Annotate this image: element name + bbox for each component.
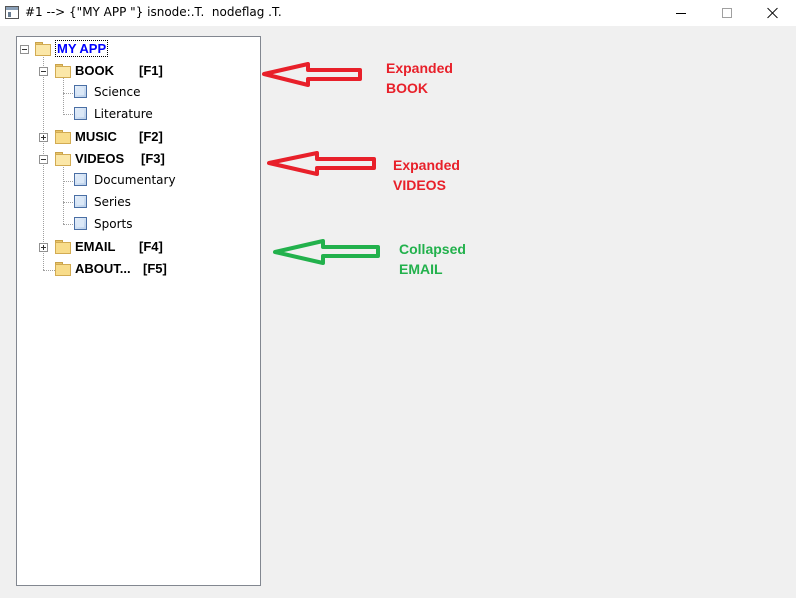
open-folder-icon — [35, 42, 51, 56]
shortcut-key-book: [F1] — [139, 63, 163, 78]
document-icon — [74, 107, 87, 120]
shortcut-key-music: [F2] — [139, 129, 163, 144]
annotation-line: EMAIL — [399, 261, 443, 277]
tree-root-my-app[interactable]: MY APP — [55, 40, 109, 57]
shortcut-key-videos: [F3] — [141, 151, 165, 166]
tree-view[interactable]: MY APP BOOK [F1] Science Literature MUSI… — [16, 36, 261, 586]
expand-toggle-email[interactable] — [39, 243, 48, 252]
tree-leaf-literature[interactable]: Literature — [94, 107, 153, 121]
tree-leaf-documentary[interactable]: Documentary — [94, 173, 176, 187]
red-arrow-icon — [267, 151, 376, 176]
document-icon — [74, 217, 87, 230]
tree-connector — [63, 93, 73, 94]
tree-connector — [63, 77, 64, 115]
red-arrow-icon — [262, 62, 362, 87]
tree-leaf-science[interactable]: Science — [94, 85, 141, 99]
annotation-expanded-book: Expanded BOOK — [386, 58, 453, 98]
tree-leaf-series[interactable]: Series — [94, 195, 131, 209]
app-icon — [5, 6, 19, 19]
title-bar: #1 --> {"MY APP "} isnode:.T. nodeflag .… — [0, 0, 796, 26]
collapse-toggle-my-app[interactable] — [20, 45, 29, 54]
expand-toggle-music[interactable] — [39, 133, 48, 142]
shortcut-key-email: [F4] — [139, 239, 163, 254]
tree-node-email[interactable]: EMAIL — [75, 239, 115, 254]
annotation-expanded-videos: Expanded VIDEOS — [393, 155, 460, 195]
collapse-toggle-videos[interactable] — [39, 155, 48, 164]
open-folder-icon — [55, 152, 71, 166]
annotation-line: Collapsed — [399, 241, 466, 257]
folder-icon — [55, 240, 71, 254]
tree-connector — [63, 224, 73, 225]
close-button[interactable] — [750, 0, 796, 26]
minimize-button[interactable] — [658, 0, 704, 26]
tree-node-book[interactable]: BOOK — [75, 63, 114, 78]
maximize-icon — [722, 8, 732, 18]
tree-node-videos[interactable]: VIDEOS — [75, 151, 124, 166]
document-icon — [74, 173, 87, 186]
annotation-line: Expanded — [393, 157, 460, 173]
tree-connector — [63, 165, 64, 224]
tree-node-about[interactable]: ABOUT... — [75, 261, 131, 276]
minimize-icon — [676, 12, 686, 14]
green-arrow-icon — [273, 239, 380, 265]
tree-connector — [63, 181, 73, 182]
folder-icon — [55, 130, 71, 144]
document-icon — [74, 195, 87, 208]
maximize-button[interactable] — [704, 0, 750, 26]
tree-node-music[interactable]: MUSIC — [75, 129, 117, 144]
annotation-line: Expanded — [386, 60, 453, 76]
shortcut-key-about: [F5] — [143, 261, 167, 276]
collapse-toggle-book[interactable] — [39, 67, 48, 76]
window-title: #1 --> {"MY APP "} isnode:.T. nodeflag .… — [25, 5, 282, 19]
annotation-line: BOOK — [386, 80, 428, 96]
document-icon — [74, 85, 87, 98]
open-folder-icon — [55, 64, 71, 78]
close-icon — [767, 7, 779, 19]
annotation-collapsed-email: Collapsed EMAIL — [399, 239, 466, 279]
tree-connector — [63, 202, 73, 203]
tree-leaf-sports[interactable]: Sports — [94, 217, 132, 231]
annotation-line: VIDEOS — [393, 177, 446, 193]
tree-connector — [63, 114, 73, 115]
tree-connector — [43, 270, 55, 271]
folder-icon — [55, 262, 71, 276]
